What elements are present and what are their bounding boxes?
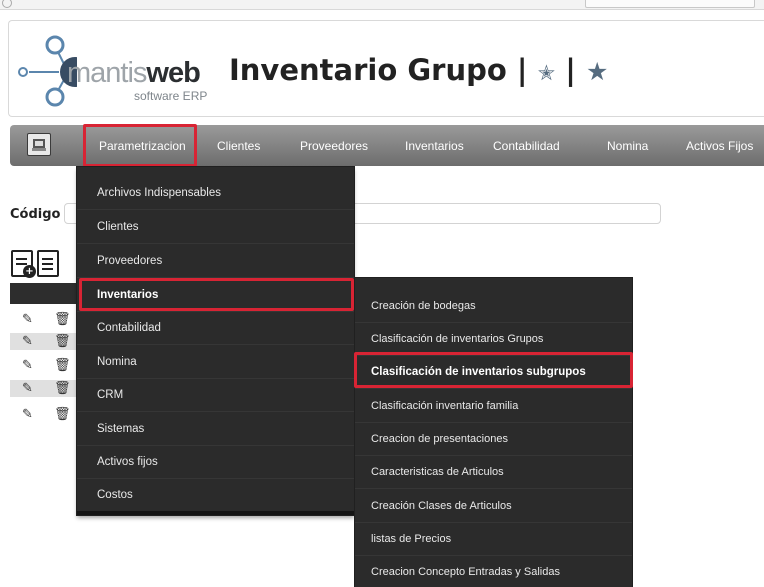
browser-address-field[interactable]: [585, 0, 755, 8]
edit-icon[interactable]: ✎: [22, 408, 33, 421]
selected-nav-highlight: [83, 124, 197, 167]
logo-text-bold: web: [146, 57, 200, 89]
menu-item-proveedores[interactable]: Proveedores: [77, 245, 354, 278]
codigo-label: Código: [10, 207, 61, 222]
menu-item-nomina[interactable]: Nomina: [77, 346, 354, 379]
menu-item-archivos-indispensables[interactable]: Archivos Indispensables: [77, 177, 354, 210]
menu-item-contabilidad[interactable]: Contabilidad: [77, 312, 354, 345]
submenu-item-clasificacion-familia[interactable]: Clasificación inventario familia: [355, 390, 632, 423]
table-row: ✎ 🗑: [10, 380, 78, 397]
new-document-icon[interactable]: +: [11, 250, 36, 278]
logo-text-thin: mantis: [67, 57, 147, 89]
submenu-item-creacion-bodegas[interactable]: Creación de bodegas: [355, 290, 632, 323]
nav-item-activos-fijos[interactable]: Activos Fijos: [686, 139, 753, 153]
delete-icon[interactable]: 🗑: [54, 359, 71, 372]
parametrizacion-dropdown: Archivos Indispensables Clientes Proveed…: [77, 167, 354, 515]
edit-icon[interactable]: ✎: [22, 382, 33, 395]
submenu-item-concepto-entradas-salidas[interactable]: Creacion Concepto Entradas y Salidas: [355, 556, 632, 587]
subgrupos-highlight: [354, 352, 633, 388]
delete-icon[interactable]: 🗑: [54, 382, 71, 395]
delete-icon[interactable]: 🗑: [54, 335, 71, 348]
inventarios-highlight: [79, 278, 354, 311]
submenu-item-creacion-presentaciones[interactable]: Creacion de presentaciones: [355, 423, 632, 456]
star-icon[interactable]: ✭: [538, 61, 556, 85]
table-row: ✎ 🗑: [10, 333, 78, 350]
browser-button[interactable]: [2, 0, 12, 8]
star-icon[interactable]: ★: [586, 57, 608, 86]
edit-icon[interactable]: ✎: [22, 359, 33, 372]
menu-item-sistemas[interactable]: Sistemas: [77, 413, 354, 446]
browser-toolbar: [0, 0, 764, 10]
app-header: mantisweb software ERP Inventario Grupo …: [8, 20, 764, 117]
submenu-item-clases-articulos[interactable]: Creación Clases de Articulos: [355, 490, 632, 523]
menu-bottom-bar: [77, 511, 354, 515]
mantisweb-logo[interactable]: mantisweb software ERP: [17, 32, 217, 108]
delete-icon[interactable]: 🗑: [54, 313, 71, 326]
edit-icon[interactable]: ✎: [22, 313, 33, 326]
logo-wordmark: mantisweb: [67, 57, 201, 90]
page-title: Inventario Grupo | ✭ | ★: [229, 53, 608, 87]
inventarios-submenu: Creación de bodegas Clasificación de inv…: [355, 278, 632, 587]
menu-item-clientes[interactable]: Clientes: [77, 211, 354, 244]
nav-item-contabilidad[interactable]: Contabilidad: [493, 139, 560, 153]
menu-item-activos-fijos[interactable]: Activos fijos: [77, 446, 354, 479]
edit-icon[interactable]: ✎: [22, 335, 33, 348]
delete-icon[interactable]: 🗑: [54, 408, 71, 421]
nav-item-clientes[interactable]: Clientes: [217, 139, 260, 153]
home-icon: [32, 139, 46, 151]
home-button[interactable]: [27, 133, 51, 156]
menu-item-crm[interactable]: CRM: [77, 379, 354, 412]
page-title-text: Inventario Grupo |: [229, 53, 528, 87]
nav-item-nomina[interactable]: Nomina: [607, 139, 648, 153]
nav-item-proveedores[interactable]: Proveedores: [300, 139, 368, 153]
logo-subtext: software ERP: [134, 89, 208, 103]
title-separator: |: [565, 53, 576, 87]
submenu-item-listas-precios[interactable]: listas de Precios: [355, 523, 632, 556]
table-row: ✎ 🗑: [10, 406, 78, 423]
menu-item-costos[interactable]: Costos: [77, 479, 354, 512]
plus-icon: +: [23, 265, 36, 278]
table-header: [10, 283, 78, 304]
table-row: ✎ 🗑: [10, 311, 78, 328]
table-row: ✎ 🗑: [10, 357, 78, 374]
nav-item-inventarios[interactable]: Inventarios: [405, 139, 464, 153]
page: mantisweb software ERP Inventario Grupo …: [0, 0, 764, 587]
submenu-item-caracteristicas-articulos[interactable]: Caracteristicas de Articulos: [355, 456, 632, 489]
document-icon[interactable]: [37, 250, 59, 277]
